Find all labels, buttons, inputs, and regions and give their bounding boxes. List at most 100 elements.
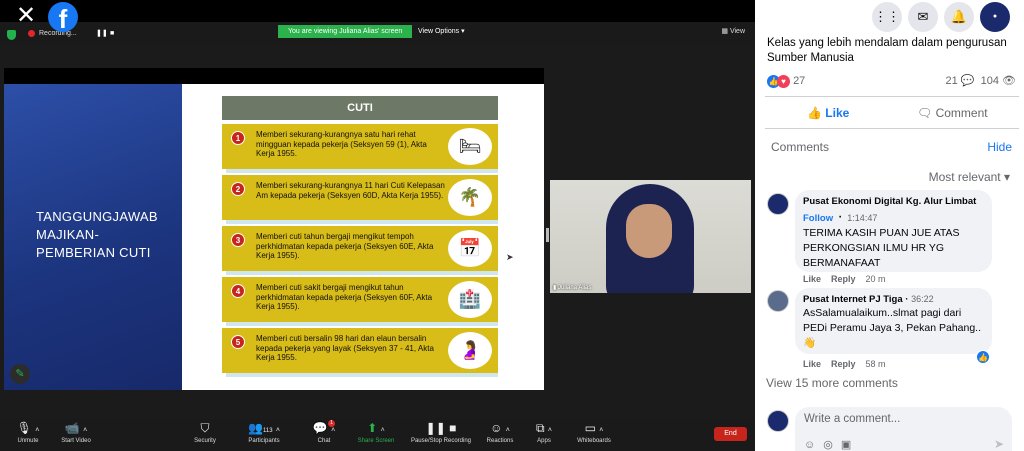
participant-name-label: ▮ Juliana Alias: [553, 284, 591, 291]
whiteboard-icon: ▭ ˄: [584, 421, 604, 435]
leave-item: 1 Memberi sekurang-kurangnya satu hari r…: [222, 124, 498, 173]
apps-button[interactable]: ⧉ ˄ Apps: [516, 420, 572, 445]
comment-bubble: Pusat Internet PJ Tiga · 36:22 AsSalamua…: [795, 288, 992, 354]
item-text: Memberi cuti bersalin 98 hari dan elaun …: [256, 334, 434, 362]
stop-recording-icon[interactable]: ■: [110, 30, 118, 38]
close-icon[interactable]: ✕: [14, 4, 38, 29]
comment-label: Comment: [935, 106, 988, 120]
divider: [765, 128, 1019, 129]
hospital-bed-icon: 🏥: [448, 281, 492, 318]
hide-comments-link[interactable]: Hide: [987, 140, 1012, 154]
start-video-label: Start Video: [61, 438, 91, 444]
gif-icon[interactable]: ▣: [841, 439, 859, 451]
security-button[interactable]: ⛉ Security: [177, 420, 233, 445]
comment-reply-link[interactable]: Reply: [831, 274, 856, 284]
pause-recording-icon[interactable]: ❚❚: [96, 30, 108, 38]
comment-bubble-icon: 💬: [960, 75, 975, 87]
recording-indicator: Recording...: [24, 27, 81, 41]
commenter-avatar[interactable]: [767, 290, 789, 312]
love-reaction-icon: ♥: [777, 74, 790, 88]
send-icon[interactable]: ➤: [994, 437, 1004, 451]
share-screen-icon: ⬆ ˄: [367, 421, 385, 435]
item-text: Memberi cuti tahun bergaji mengikut temp…: [256, 232, 434, 260]
comment-timestamp[interactable]: 1:14:47: [847, 213, 877, 223]
participants-count: 113: [262, 428, 273, 434]
view-button[interactable]: ▦ View: [721, 27, 745, 35]
participant-video[interactable]: ▮ Juliana Alias: [550, 180, 751, 293]
comment-button[interactable]: 🗨 Comment: [917, 104, 988, 122]
view-more-comments-link[interactable]: View 15 more comments: [766, 376, 898, 390]
commenter-name[interactable]: Pusat Internet PJ Tiga · 36:22: [803, 293, 984, 306]
commenter-name[interactable]: Pusat Ekonomi Digital Kg. Alur Limbat: [803, 195, 984, 208]
apps-label: Apps: [537, 438, 551, 444]
sort-label: Most relevant: [928, 170, 1001, 184]
comment-like-link[interactable]: Like: [803, 274, 821, 284]
signal-icon: ▮: [553, 285, 557, 291]
composer-icons: ☺◎▣: [804, 438, 859, 451]
notifications-bell-icon[interactable]: 🔔: [944, 2, 974, 32]
leave-item: 5 Memberi cuti bersalin 98 hari dan elau…: [222, 328, 498, 377]
reaction-summary[interactable]: 👍 ♥ 27: [767, 73, 805, 89]
views-count: 104: [980, 75, 999, 87]
presentation-slide: TANGGUNGJAWAB MAJIKAN-PEMBERIAN CUTI CUT…: [4, 84, 544, 390]
facebook-video-header: ✕ f: [0, 0, 755, 32]
split-view-handle[interactable]: [546, 228, 549, 242]
facebook-logo-icon[interactable]: f: [48, 2, 78, 32]
whiteboards-button[interactable]: ▭ ˄ Whiteboards: [566, 420, 622, 445]
comments-heading: Comments: [771, 140, 830, 154]
participant-face: [626, 204, 672, 258]
write-comment-box[interactable]: Write a comment... ☺◎▣ ➤: [795, 407, 1012, 451]
comment-timestamp[interactable]: 36:22: [911, 294, 934, 304]
pause-stop-recording-button[interactable]: ❚❚ ■ Pause/Stop Recording: [406, 420, 476, 445]
whiteboards-label: Whiteboards: [577, 438, 611, 444]
follow-link[interactable]: Follow: [803, 213, 833, 224]
messenger-icon[interactable]: ✉: [908, 2, 938, 32]
emoji-icon[interactable]: ☺: [804, 439, 823, 451]
comment-reply-link[interactable]: Reply: [831, 359, 856, 369]
share-screen-button[interactable]: ⬆ ˄ Share Screen: [348, 420, 404, 445]
leave-item: 3 Memberi cuti tahun bergaji mengikut te…: [222, 226, 498, 275]
encryption-shield-icon: [7, 30, 16, 40]
item-number: 1: [231, 131, 245, 145]
chat-icon: 💬 ˄: [312, 421, 336, 435]
comment-like-badge-icon: 👍: [976, 350, 990, 364]
view-button-label: View: [729, 28, 745, 35]
divider: [765, 96, 1019, 97]
pause-stop-recording-label: Pause/Stop Recording: [410, 438, 472, 444]
commenter-name-text: Pusat Internet PJ Tiga: [803, 294, 903, 305]
zoom-toolbar: 🎙 ˄ Unmute 📹 ˄ Start Video ⛉ Security 👥1…: [0, 418, 755, 451]
annotate-pencil-icon[interactable]: ✎: [10, 364, 30, 384]
sort-dropdown[interactable]: Most relevant ▾: [929, 170, 1010, 184]
comment-actions: Like Reply 58 m: [803, 359, 886, 369]
shared-screen: TANGGUNGJAWAB MAJIKAN-PEMBERIAN CUTI CUT…: [4, 68, 544, 390]
commenter-avatar[interactable]: [767, 193, 789, 215]
comments-count[interactable]: 21: [945, 75, 957, 87]
menu-grid-icon[interactable]: ⋮⋮: [872, 2, 902, 32]
meeting-stage: TANGGUNGJAWAB MAJIKAN-PEMBERIAN CUTI CUT…: [0, 46, 755, 418]
thumbs-up-icon: 👍: [807, 106, 822, 120]
camera-icon[interactable]: ◎: [823, 439, 841, 451]
like-button[interactable]: 👍 Like: [807, 104, 849, 122]
comment-age: 20 m: [865, 274, 886, 284]
caret-down-icon: ▾: [1003, 170, 1010, 184]
video-off-icon: 📹 ˄: [64, 421, 88, 435]
shield-icon: ⛉: [200, 421, 210, 435]
comment-text: AsSalamualaikum..slmat pagi dari PEDi Pe…: [803, 307, 982, 334]
recording-dot-icon: [28, 29, 35, 37]
comment-bubble: Pusat Ekonomi Digital Kg. Alur Limbat Fo…: [795, 190, 992, 272]
item-text: Memberi sekurang-kurangnya 11 hari Cuti …: [256, 181, 445, 200]
start-video-button[interactable]: 📹 ˄ Start Video: [48, 420, 104, 445]
comment-like-link[interactable]: Like: [803, 359, 821, 369]
chat-label: Chat: [317, 438, 331, 444]
profile-avatar[interactable]: ●: [980, 2, 1010, 32]
slide-heading: CUTI: [222, 96, 498, 120]
my-avatar[interactable]: [767, 410, 789, 432]
participants-icon: 👥113 ˄: [248, 421, 280, 435]
end-meeting-button[interactable]: End: [714, 427, 747, 441]
view-options-button[interactable]: View Options ▾: [414, 25, 469, 38]
participants-button[interactable]: 👥113 ˄ Participants: [236, 420, 292, 445]
chat-button[interactable]: 💬 ˄ 1 Chat: [296, 420, 352, 445]
reactions-count: 27: [793, 75, 806, 87]
chevron-down-icon: ▾: [461, 28, 465, 35]
facebook-top-icons: ⋮⋮ ✉ 🔔 ●: [872, 2, 1012, 32]
